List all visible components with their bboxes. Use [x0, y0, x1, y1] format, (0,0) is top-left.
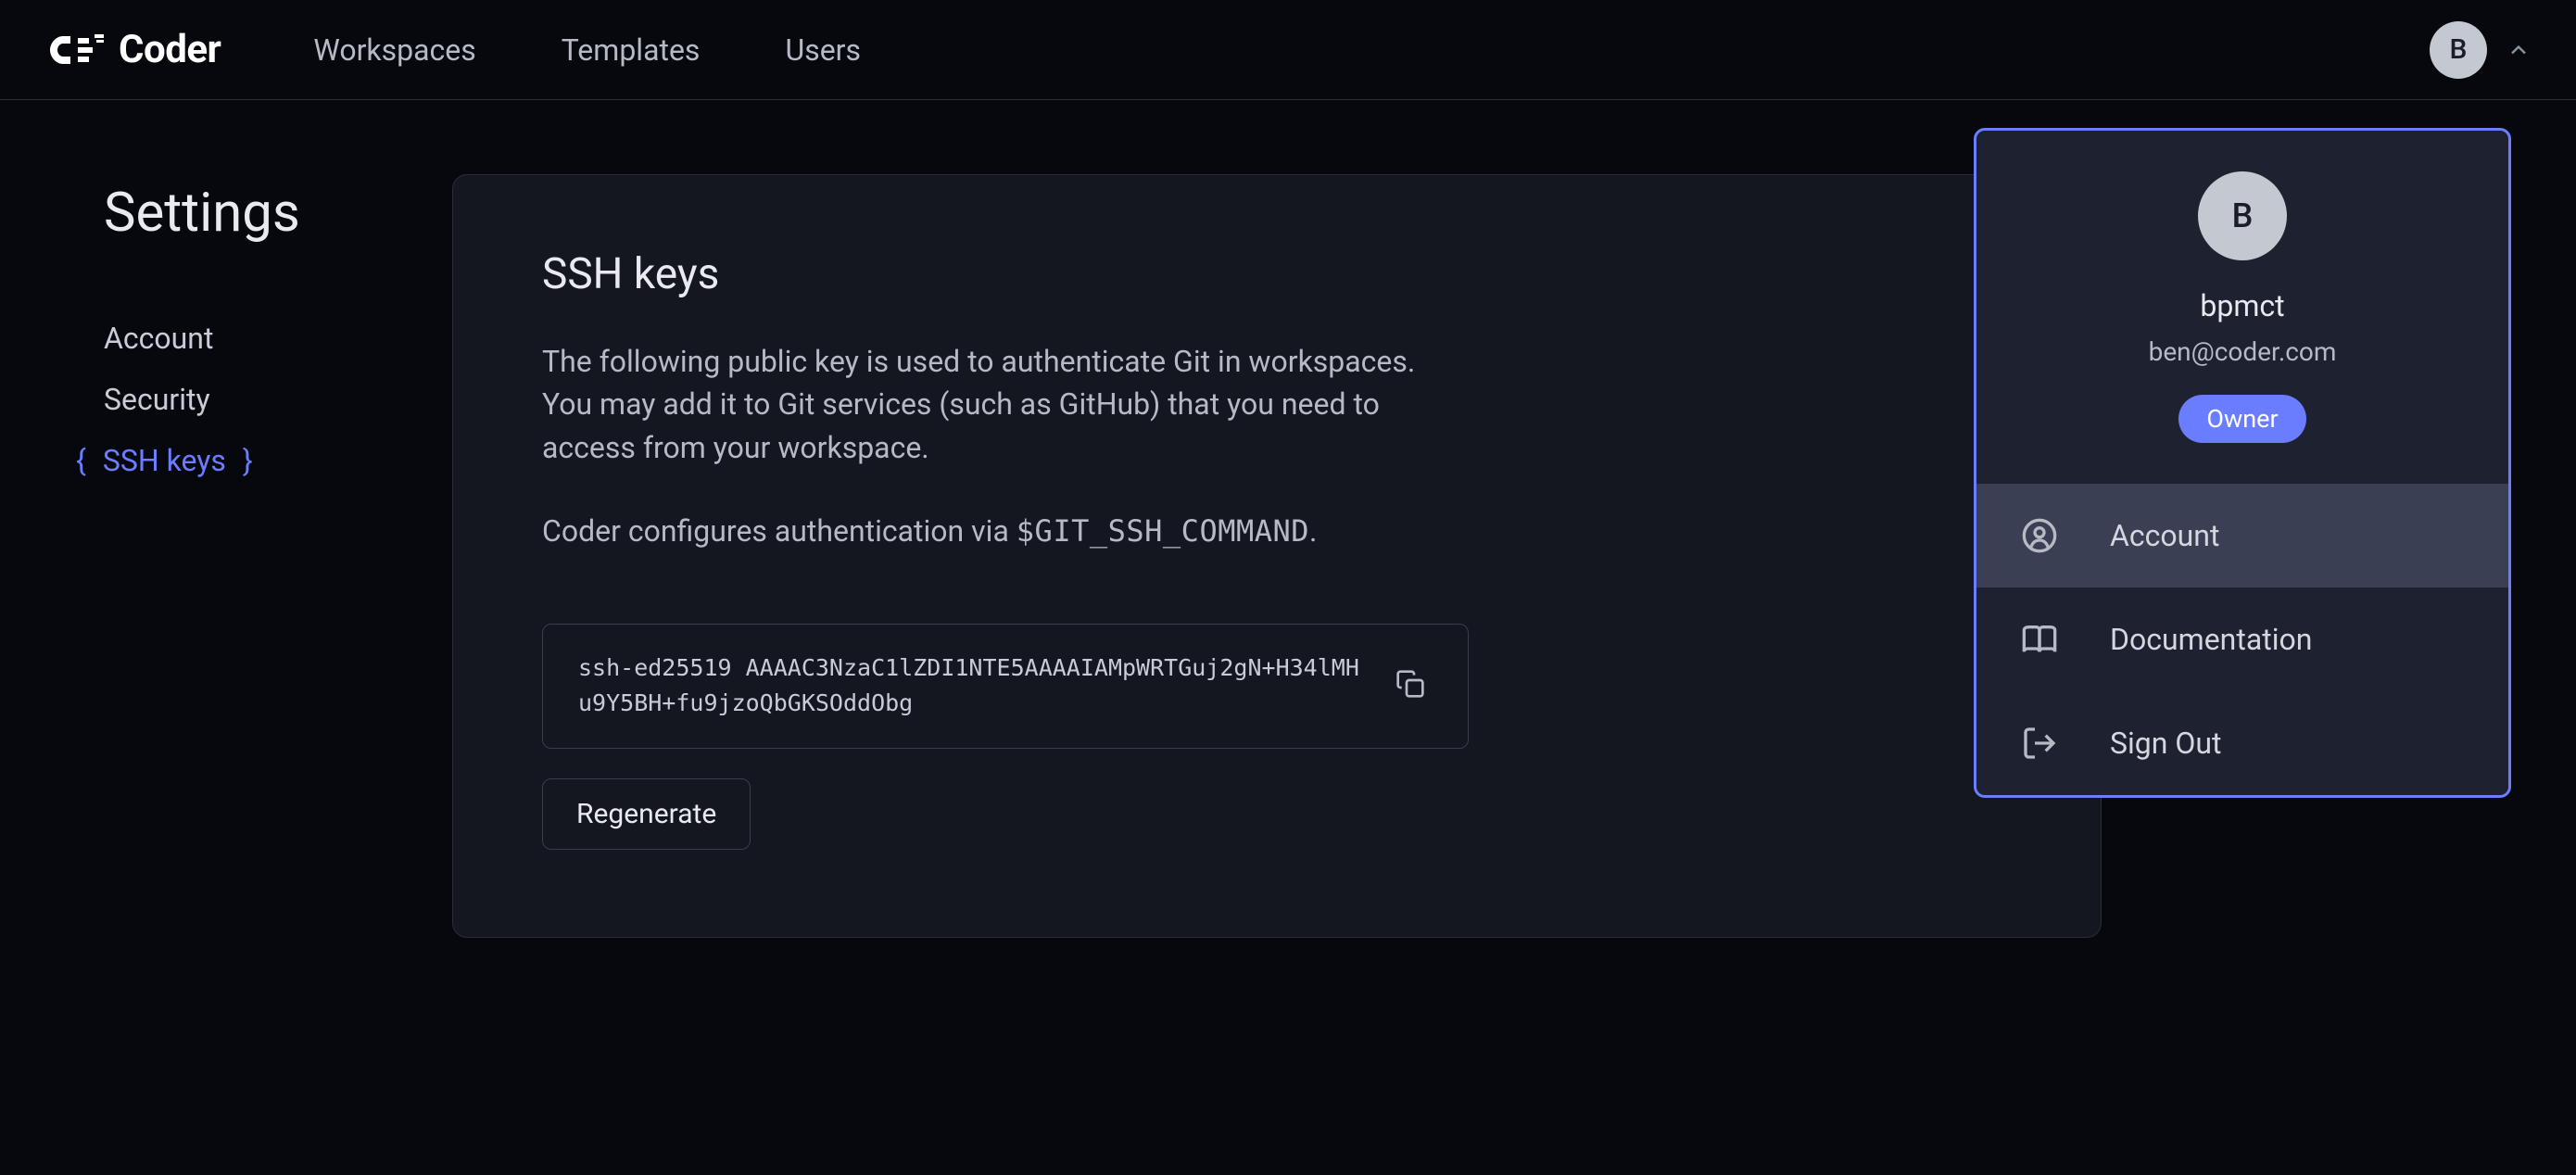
menu-item-signout[interactable]: Sign Out — [1976, 691, 2508, 795]
sidebar-item-ssh-keys[interactable]: SSH keys — [104, 430, 452, 491]
sidebar-item-security[interactable]: Security — [104, 369, 452, 430]
copy-button[interactable] — [1388, 662, 1433, 710]
nav-workspaces[interactable]: Workspaces — [284, 21, 505, 79]
user-avatar[interactable]: B — [2430, 21, 2487, 79]
ssh-description-2: Coder configures authentication via $GIT… — [542, 510, 2012, 552]
desc2-suffix: . — [1309, 513, 1317, 549]
sidebar-title: Settings — [104, 182, 452, 245]
ssh-description: The following public key is used to auth… — [542, 340, 1469, 469]
coder-logo-icon — [44, 27, 107, 73]
dropdown-menu: Account Documentation Sign Out — [1976, 484, 2508, 795]
dropdown-avatar: B — [2198, 171, 2287, 260]
menu-label-account: Account — [2110, 518, 2219, 553]
desc2-prefix: Coder configures authentication via — [542, 513, 1017, 549]
app-header: Coder Workspaces Templates Users B — [0, 0, 2576, 100]
menu-item-account[interactable]: Account — [1976, 484, 2508, 588]
settings-sidebar: Settings Account Security SSH keys — [44, 174, 452, 938]
dropdown-username: bpmct — [2200, 288, 2284, 323]
copy-icon — [1395, 669, 1425, 699]
nav-users[interactable]: Users — [755, 21, 890, 79]
main-nav: Workspaces Templates Users — [284, 21, 890, 79]
menu-label-signout: Sign Out — [2110, 726, 2221, 761]
regenerate-button[interactable]: Regenerate — [542, 778, 751, 850]
user-dropdown: B bpmct ben@coder.com Owner Account Docu… — [1974, 128, 2511, 798]
account-icon — [2021, 517, 2058, 554]
dropdown-email: ben@coder.com — [2149, 336, 2337, 367]
signout-icon — [2021, 725, 2058, 762]
role-badge: Owner — [2178, 395, 2305, 443]
book-icon — [2021, 621, 2058, 658]
ssh-keys-card: SSH keys The following public key is use… — [452, 174, 2102, 938]
ssh-key-box: ssh-ed25519 AAAAC3NzaC1lZDI1NTE5AAAAIAMp… — [542, 624, 1469, 750]
env-var-text: $GIT_SSH_COMMAND — [1017, 513, 1309, 549]
logo[interactable]: Coder — [44, 27, 221, 73]
header-right: B — [2430, 21, 2532, 79]
sidebar-item-account[interactable]: Account — [104, 308, 452, 369]
main-content: Settings Account Security SSH keys SSH k… — [0, 100, 2576, 938]
ssh-key-value: ssh-ed25519 AAAAC3NzaC1lZDI1NTE5AAAAIAMp… — [578, 651, 1388, 723]
logo-text: Coder — [119, 27, 221, 72]
dropdown-header: B bpmct ben@coder.com Owner — [1976, 131, 2508, 484]
nav-templates[interactable]: Templates — [532, 21, 730, 79]
page-title: SSH keys — [542, 249, 2012, 299]
menu-item-documentation[interactable]: Documentation — [1976, 588, 2508, 691]
menu-label-documentation: Documentation — [2110, 622, 2312, 657]
chevron-up-icon[interactable] — [2506, 37, 2532, 63]
